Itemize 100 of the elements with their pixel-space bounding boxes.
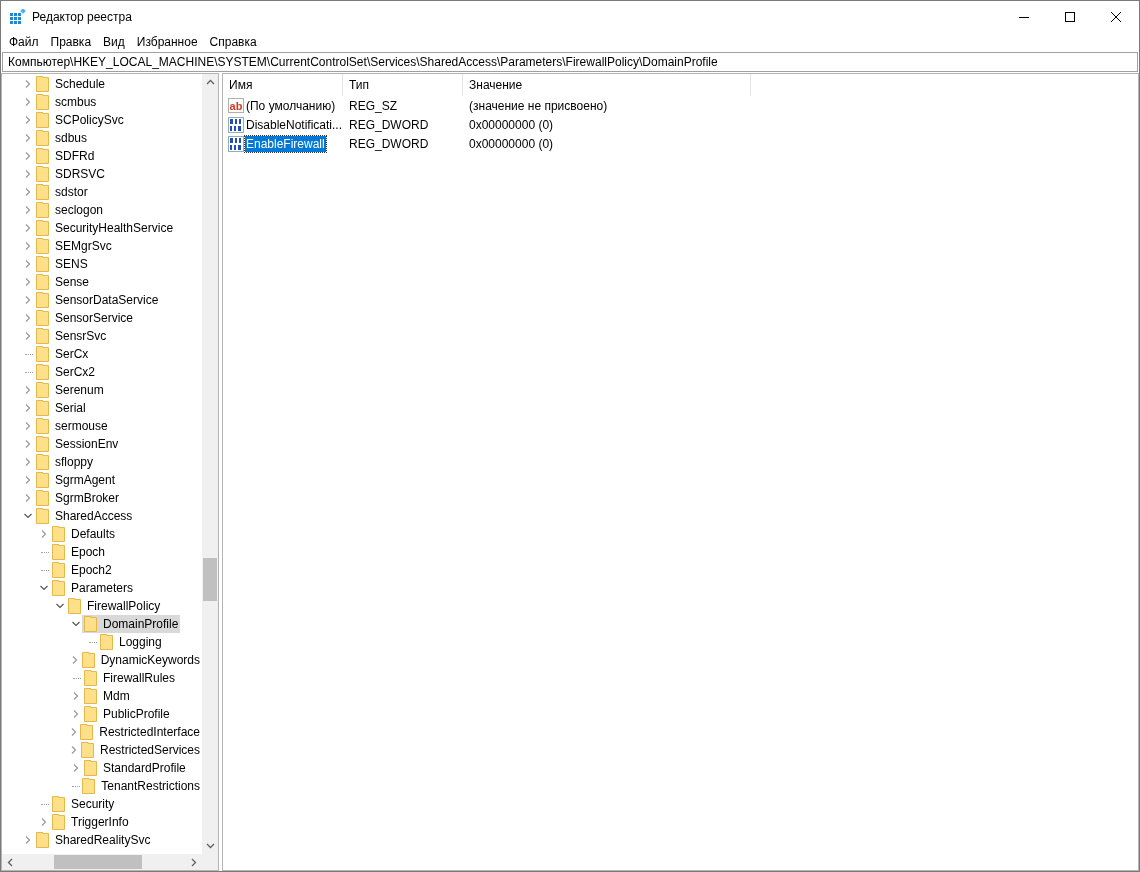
tree-item[interactable]: Epoch [71, 543, 106, 561]
folder-icon [36, 166, 49, 182]
chevron-right-icon[interactable] [24, 296, 32, 304]
tree-item[interactable]: SCPolicySvc [55, 111, 124, 129]
tree-item[interactable]: SensorService [55, 309, 134, 327]
tree-item[interactable]: SDRSVC [55, 165, 105, 183]
scrollbar-thumb[interactable] [54, 855, 142, 869]
tree-item[interactable]: SessionEnv [55, 435, 119, 453]
chevron-down-icon[interactable] [56, 602, 64, 610]
chevron-right-icon[interactable] [24, 224, 32, 232]
folder-icon [36, 220, 49, 236]
tree-item[interactable]: SensrSvc [55, 327, 107, 345]
address-bar[interactable]: Компьютер\HKEY_LOCAL_MACHINE\SYSTEM\CurrentControlSet\Services\SharedAccess\Parameters\FirewallPolicy\DomainProfile [2, 52, 1138, 72]
chevron-right-icon[interactable] [24, 260, 32, 268]
chevron-right-icon[interactable] [24, 404, 32, 412]
chevron-right-icon[interactable] [24, 422, 32, 430]
chevron-right-icon[interactable] [24, 476, 32, 484]
chevron-right-icon[interactable] [70, 656, 79, 664]
chevron-right-icon[interactable] [24, 98, 32, 106]
tree-item[interactable]: PublicProfile [103, 705, 170, 723]
tree-item[interactable]: TenantRestrictions [101, 777, 200, 795]
chevron-down-icon[interactable] [40, 584, 48, 592]
chevron-right-icon[interactable] [24, 836, 32, 844]
tree-item[interactable]: StandardProfile [103, 759, 186, 777]
tree-item[interactable]: SerCx [55, 345, 89, 363]
tree-item[interactable]: sdstor [55, 183, 88, 201]
chevron-right-icon[interactable] [24, 80, 32, 88]
chevron-right-icon[interactable] [70, 746, 79, 754]
tree-item[interactable]: FirewallPolicy [87, 597, 161, 615]
tree-item[interactable]: Defaults [71, 525, 116, 543]
tree-item[interactable]: Logging [119, 633, 162, 651]
tree-item[interactable]: Serenum [55, 381, 104, 399]
chevron-right-icon[interactable] [24, 314, 32, 322]
chevron-right-icon[interactable] [24, 116, 32, 124]
chevron-right-icon[interactable] [40, 818, 48, 826]
tree-item[interactable]: SgrmBroker [55, 489, 119, 507]
chevron-right-icon[interactable] [24, 242, 32, 250]
tree-item[interactable]: DynamicKeywords [100, 651, 200, 669]
menu-item[interactable]: Правка [44, 32, 98, 52]
chevron-right-icon[interactable] [24, 278, 32, 286]
tree-item[interactable]: SharedAccess [55, 507, 133, 525]
chevron-right-icon[interactable] [24, 332, 32, 340]
tree-item[interactable]: sermouse [55, 417, 108, 435]
tree-item[interactable]: FirewallRules [103, 669, 176, 687]
chevron-right-icon[interactable] [24, 188, 32, 196]
tree-item[interactable]: scmbus [55, 93, 97, 111]
binary-value-icon [228, 116, 244, 133]
tree-item[interactable]: Schedule [55, 75, 106, 93]
column-header[interactable]: Тип [343, 74, 463, 96]
chevron-right-icon[interactable] [24, 134, 32, 142]
folder-icon [36, 130, 49, 146]
chevron-right-icon[interactable] [24, 170, 32, 178]
tree-item[interactable]: SharedRealitySvc [55, 831, 151, 849]
tree-item[interactable]: RestrictedServices [99, 741, 200, 759]
vertical-scrollbar[interactable] [202, 74, 218, 854]
scrollbar-thumb[interactable] [203, 558, 217, 601]
tree-item[interactable]: seclogon [55, 201, 104, 219]
tree-item[interactable]: SgrmAgent [55, 471, 116, 489]
menu-item[interactable]: Вид [97, 32, 131, 52]
tree-item[interactable]: SEMgrSvc [55, 237, 112, 255]
chevron-right-icon[interactable] [24, 458, 32, 466]
tree-item[interactable]: Serial [55, 399, 86, 417]
chevron-right-icon[interactable] [72, 764, 80, 772]
tree-item[interactable]: sfloppy [55, 453, 94, 471]
tree-item[interactable]: SerCx2 [55, 363, 95, 381]
binary-value-icon [228, 135, 244, 152]
tree-item[interactable]: Epoch2 [71, 561, 112, 579]
chevron-right-icon[interactable] [40, 530, 48, 538]
tree-item[interactable]: Security [71, 795, 115, 813]
tree-item[interactable]: RestrictedInterface [99, 723, 200, 741]
tree-item[interactable]: Sense [55, 273, 90, 291]
column-header[interactable]: Значение [463, 74, 751, 96]
chevron-right-icon[interactable] [24, 386, 32, 394]
tree-item[interactable]: SDFRd [55, 147, 95, 165]
chevron-down-icon[interactable] [24, 512, 32, 520]
value-name[interactable]: DisableNotificati... [245, 116, 344, 133]
tree-item[interactable]: SENS [55, 255, 88, 273]
chevron-right-icon[interactable] [72, 710, 80, 718]
chevron-down-icon[interactable] [72, 620, 80, 628]
chevron-right-icon[interactable] [24, 494, 32, 502]
column-header[interactable]: Имя [223, 74, 343, 96]
menu-item[interactable]: Избранное [130, 32, 204, 52]
folder-icon [36, 112, 49, 128]
chevron-right-icon[interactable] [24, 440, 32, 448]
horizontal-scrollbar[interactable] [2, 854, 218, 870]
menu-item[interactable]: Справка [203, 32, 263, 52]
chevron-right-icon[interactable] [24, 152, 32, 160]
chevron-right-icon[interactable] [72, 692, 80, 700]
menu-item[interactable]: Файл [3, 32, 45, 52]
tree-item[interactable]: sdbus [55, 129, 88, 147]
tree-item[interactable]: Parameters [71, 579, 134, 597]
value-name[interactable]: (По умолчанию) [245, 97, 337, 114]
chevron-right-icon[interactable] [24, 206, 32, 214]
value-name[interactable]: EnableFirewall [245, 135, 326, 152]
tree-item[interactable]: SecurityHealthService [55, 219, 174, 237]
folder-icon [36, 274, 49, 290]
tree-item[interactable]: Mdm [103, 687, 130, 705]
tree-item[interactable]: TriggerInfo [71, 813, 129, 831]
tree-item[interactable]: SensorDataService [55, 291, 159, 309]
chevron-right-icon[interactable] [70, 728, 79, 736]
